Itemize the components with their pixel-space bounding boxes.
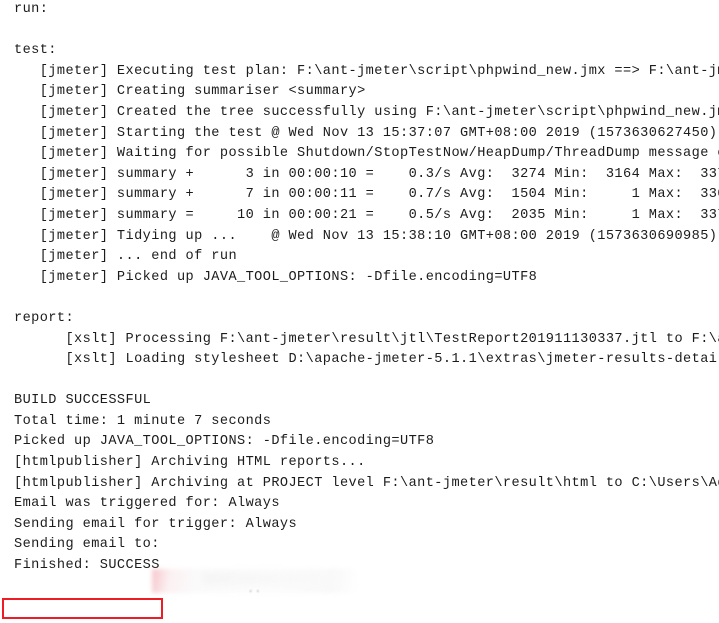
line-jmeter-creating: [jmeter] Creating summariser <summary> xyxy=(0,82,719,103)
line-total-time: Total time: 1 minute 7 seconds xyxy=(0,412,719,433)
redacted-email-residual-glyphs: .. xyxy=(247,582,262,596)
line-email-triggered-text: Email was triggered for: Always xyxy=(14,496,280,512)
line-jmeter-executing: [jmeter] Executing test plan: F:\ant-jme… xyxy=(0,62,719,83)
line-xslt-loading: [xslt] Loading stylesheet D:\apache-jmet… xyxy=(0,350,719,371)
line-picked-up-java-opts: Picked up JAVA_TOOL_OPTIONS: -Dfile.enco… xyxy=(0,432,719,453)
line-jmeter-starting-text: [jmeter] Starting the test @ Wed Nov 13 … xyxy=(14,125,718,141)
line-sending-email-to-text: Sending email to: xyxy=(14,537,160,553)
line-jmeter-waiting: [jmeter] Waiting for possible Shutdown/S… xyxy=(0,144,719,165)
line-jmeter-summary-3-text: [jmeter] summary = 10 in 00:00:21 = 0.5/… xyxy=(14,207,719,223)
line-htmlpublisher-project-text: [htmlpublisher] Archiving at PROJECT lev… xyxy=(14,475,719,491)
line-build-successful-text: BUILD SUCCESSFUL xyxy=(14,393,152,409)
line-sending-email-trigger-text: Sending email for trigger: Always xyxy=(14,516,298,532)
log-line-list: run: test: [jmeter] Executing test plan: … xyxy=(0,0,719,577)
line-xslt-processing-text: [xslt] Processing F:\ant-jmeter\result\j… xyxy=(14,331,719,347)
line-total-time-text: Total time: 1 minute 7 seconds xyxy=(14,413,272,429)
line-sending-email-trigger: Sending email for trigger: Always xyxy=(0,515,719,536)
line-jmeter-created-tree-text: [jmeter] Created the tree successfully u… xyxy=(14,104,719,120)
line-jmeter-summary-2: [jmeter] summary + 7 in 00:00:11 = 0.7/s… xyxy=(0,185,719,206)
line-finished-success: Finished: SUCCESS xyxy=(0,556,719,577)
line-run-target: run: xyxy=(0,0,719,21)
line-build-successful: BUILD SUCCESSFUL xyxy=(0,391,719,412)
line-jmeter-created-tree: [jmeter] Created the tree successfully u… xyxy=(0,103,719,124)
line-htmlpublisher-archiving-text: [htmlpublisher] Archiving HTML reports..… xyxy=(14,455,366,471)
line-picked-up-java-opts-text: Picked up JAVA_TOOL_OPTIONS: -Dfile.enco… xyxy=(14,434,435,450)
line-test-target-text: test: xyxy=(14,43,57,59)
line-blank-3 xyxy=(0,371,719,392)
line-jmeter-picked-up-text: [jmeter] Picked up JAVA_TOOL_OPTIONS: -D… xyxy=(14,269,538,285)
line-jmeter-creating-text: [jmeter] Creating summariser <summary> xyxy=(14,84,366,100)
line-jmeter-summary-2-text: [jmeter] summary + 7 in 00:00:11 = 0.7/s… xyxy=(14,187,719,203)
line-jmeter-end-of-run-text: [jmeter] ... end of run xyxy=(14,249,238,265)
line-report-target: report: xyxy=(0,309,719,330)
line-jmeter-tidying-text: [jmeter] Tidying up ... @ Wed Nov 13 15:… xyxy=(14,228,718,244)
line-jmeter-picked-up: [jmeter] Picked up JAVA_TOOL_OPTIONS: -D… xyxy=(0,268,719,289)
line-run-target-text: run: xyxy=(14,2,49,17)
line-jmeter-summary-3: [jmeter] summary = 10 in 00:00:21 = 0.5/… xyxy=(0,206,719,227)
console-output-pane[interactable]: run: test: [jmeter] Executing test plan: … xyxy=(0,0,719,623)
line-blank-1 xyxy=(0,21,719,42)
line-jmeter-tidying: [jmeter] Tidying up ... @ Wed Nov 13 15:… xyxy=(0,227,719,248)
line-jmeter-executing-text: [jmeter] Executing test plan: F:\ant-jme… xyxy=(14,63,719,79)
line-finished-success-text: Finished: SUCCESS xyxy=(14,558,160,574)
line-email-triggered: Email was triggered for: Always xyxy=(0,494,719,515)
line-jmeter-summary-1-text: [jmeter] summary + 3 in 00:00:10 = 0.3/s… xyxy=(14,166,719,182)
line-xslt-processing: [xslt] Processing F:\ant-jmeter\result\j… xyxy=(0,330,719,351)
line-jmeter-waiting-text: [jmeter] Waiting for possible Shutdown/S… xyxy=(14,146,719,162)
line-jmeter-starting: [jmeter] Starting the test @ Wed Nov 13 … xyxy=(0,124,719,145)
line-sending-email-to: Sending email to: xyxy=(0,535,719,556)
line-test-target: test: xyxy=(0,41,719,62)
line-htmlpublisher-archiving: [htmlpublisher] Archiving HTML reports..… xyxy=(0,453,719,474)
line-jmeter-summary-1: [jmeter] summary + 3 in 00:00:10 = 0.3/s… xyxy=(0,165,719,186)
line-xslt-loading-text: [xslt] Loading stylesheet D:\apache-jmet… xyxy=(14,352,719,368)
finished-success-highlight-box xyxy=(2,598,163,619)
line-htmlpublisher-project: [htmlpublisher] Archiving at PROJECT lev… xyxy=(0,474,719,495)
line-jmeter-end-of-run: [jmeter] ... end of run xyxy=(0,247,719,268)
line-report-target-text: report: xyxy=(14,310,75,326)
line-blank-2 xyxy=(0,288,719,309)
